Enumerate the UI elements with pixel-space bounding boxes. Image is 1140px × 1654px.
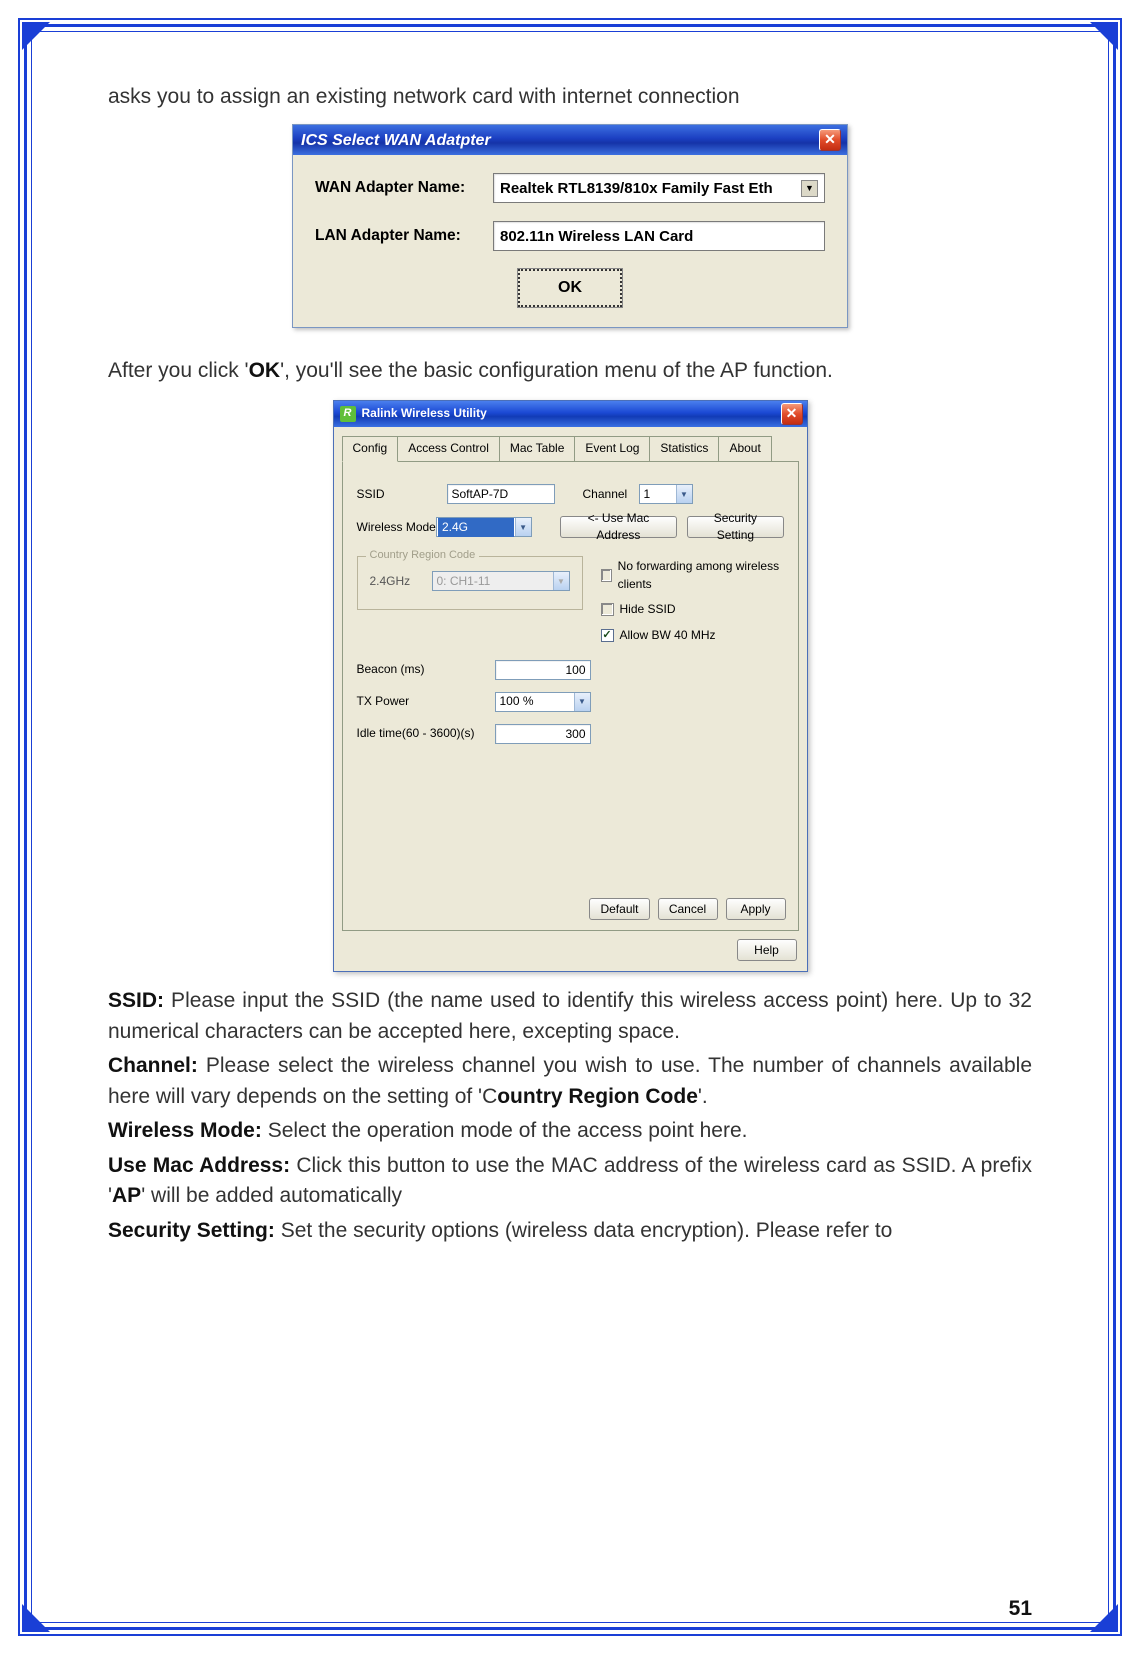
ralink-wireless-utility-dialog: R Ralink Wireless Utility ✕ Config Acces… bbox=[333, 400, 808, 972]
channel-label: Channel bbox=[583, 486, 639, 503]
chevron-down-icon[interactable]: ▼ bbox=[574, 693, 590, 711]
intro-paragraph: asks you to assign an existing network c… bbox=[108, 82, 1032, 112]
no-forwarding-checkbox[interactable]: No forwarding among wireless clients bbox=[601, 558, 784, 593]
beacon-label: Beacon (ms) bbox=[357, 661, 495, 678]
lan-adapter-field[interactable]: 802.11n Wireless LAN Card bbox=[493, 221, 825, 251]
checkbox-icon[interactable] bbox=[601, 569, 612, 582]
tx-power-label: TX Power bbox=[357, 693, 495, 710]
ssid-label: SSID bbox=[357, 486, 447, 503]
wan-adapter-value: Realtek RTL8139/810x Family Fast Eth bbox=[500, 178, 773, 200]
page-number: 51 bbox=[1009, 1594, 1032, 1624]
wireless-mode-label: Wireless Mode bbox=[357, 519, 436, 536]
crc-legend: Country Region Code bbox=[366, 548, 480, 564]
crc-24-dropdown: 0: CH1-11 ▼ bbox=[432, 571, 570, 591]
allow-bw40-checkbox[interactable]: Allow BW 40 MHz bbox=[601, 627, 784, 644]
tx-power-dropdown[interactable]: 100 % ▼ bbox=[495, 692, 591, 712]
beacon-input[interactable] bbox=[495, 660, 591, 680]
crc-24-label: 2.4GHz bbox=[370, 573, 432, 590]
lan-adapter-label: LAN Adapter Name: bbox=[315, 225, 493, 247]
chevron-down-icon[interactable]: ▼ bbox=[515, 518, 531, 536]
tab-mac-table[interactable]: Mac Table bbox=[499, 436, 575, 462]
tab-access-control[interactable]: Access Control bbox=[397, 436, 500, 462]
chevron-down-icon: ▼ bbox=[553, 572, 569, 590]
country-region-code-group: Country Region Code 2.4GHz 0: CH1-11 ▼ bbox=[357, 556, 583, 610]
ics-titlebar: ICS Select WAN Adatpter ✕ bbox=[293, 125, 847, 155]
checkbox-icon[interactable] bbox=[601, 603, 614, 616]
chevron-down-icon[interactable]: ▼ bbox=[801, 180, 818, 197]
close-icon[interactable]: ✕ bbox=[819, 129, 841, 151]
default-button[interactable]: Default bbox=[589, 898, 649, 920]
ssid-input[interactable] bbox=[447, 484, 555, 504]
security-setting-button[interactable]: Security Setting bbox=[687, 516, 783, 538]
ok-button[interactable]: OK bbox=[518, 269, 622, 306]
config-panel: SSID Channel 1 ▼ Wireless Mode 2.4G ▼ <-… bbox=[342, 461, 799, 931]
wan-adapter-dropdown[interactable]: Realtek RTL8139/810x Family Fast Eth ▼ bbox=[493, 173, 825, 203]
ics-select-wan-dialog: ICS Select WAN Adatpter ✕ WAN Adapter Na… bbox=[292, 124, 848, 327]
checkbox-icon[interactable] bbox=[601, 629, 614, 642]
help-button[interactable]: Help bbox=[737, 939, 797, 961]
after-paragraph: After you click 'OK', you'll see the bas… bbox=[108, 356, 1032, 386]
definitions-block: SSID: Please input the SSID (the name us… bbox=[108, 986, 1032, 1246]
ics-title: ICS Select WAN Adatpter bbox=[301, 129, 491, 152]
ralink-app-icon: R bbox=[340, 406, 356, 422]
apply-button[interactable]: Apply bbox=[726, 898, 786, 920]
channel-dropdown[interactable]: 1 ▼ bbox=[639, 484, 693, 504]
use-mac-address-button[interactable]: <- Use Mac Address bbox=[560, 516, 678, 538]
tab-about[interactable]: About bbox=[718, 436, 771, 462]
ralink-titlebar: R Ralink Wireless Utility ✕ bbox=[334, 401, 807, 427]
chevron-down-icon[interactable]: ▼ bbox=[676, 485, 692, 503]
tab-statistics[interactable]: Statistics bbox=[649, 436, 719, 462]
cancel-button[interactable]: Cancel bbox=[658, 898, 718, 920]
wan-adapter-label: WAN Adapter Name: bbox=[315, 177, 493, 199]
ralink-title: Ralink Wireless Utility bbox=[362, 405, 487, 422]
idle-time-label: Idle time(60 - 3600)(s) bbox=[357, 725, 495, 742]
idle-time-input[interactable] bbox=[495, 724, 591, 744]
tab-event-log[interactable]: Event Log bbox=[574, 436, 650, 462]
tab-config[interactable]: Config bbox=[342, 436, 399, 462]
tablist: Config Access Control Mac Table Event Lo… bbox=[334, 427, 807, 461]
wireless-mode-dropdown[interactable]: 2.4G ▼ bbox=[436, 517, 532, 537]
hide-ssid-checkbox[interactable]: Hide SSID bbox=[601, 601, 784, 618]
close-icon[interactable]: ✕ bbox=[781, 403, 803, 425]
